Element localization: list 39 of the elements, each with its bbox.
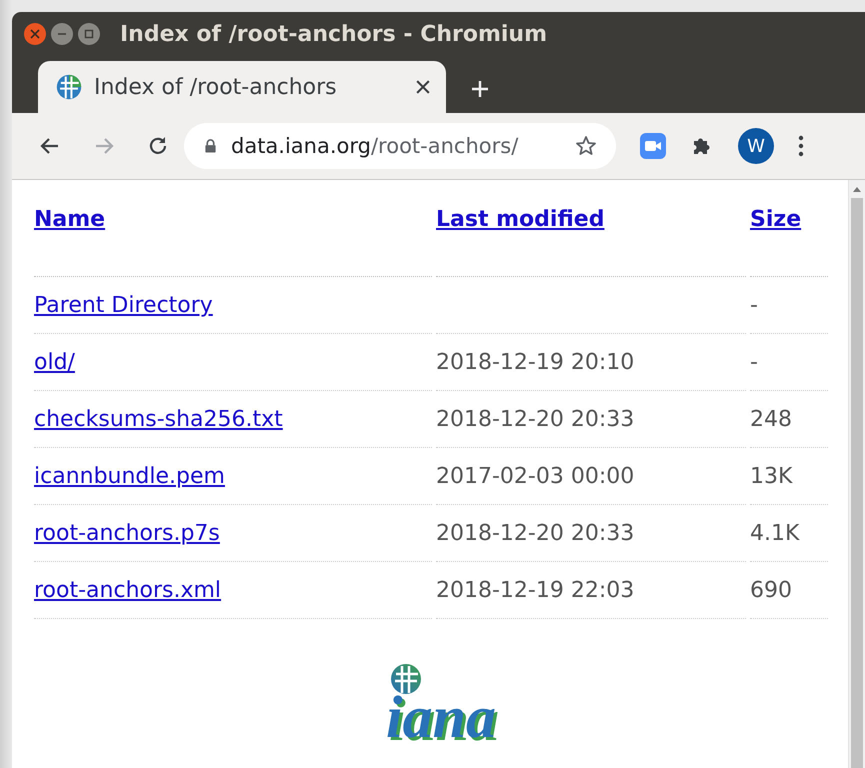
column-header-link[interactable]: Last modified (436, 206, 604, 232)
modified-date: 2018-12-19 22:03 (436, 578, 634, 602)
column-header-link[interactable]: Size (750, 206, 802, 232)
address-bar[interactable]: data.iana.org/root-anchors/ (184, 123, 616, 169)
window-title: Index of /root-anchors - Chromium (120, 22, 548, 46)
file-size: - (750, 350, 758, 374)
modified-date: 2018-12-20 20:33 (436, 520, 634, 546)
close-button[interactable] (24, 23, 46, 45)
close-icon[interactable] (416, 80, 430, 94)
profile-avatar[interactable]: W (738, 128, 774, 164)
file-size: 13K (750, 464, 792, 488)
modified-date: 2017-02-03 00:00 (436, 464, 634, 488)
video-camera-icon[interactable] (640, 133, 666, 159)
modified-date: 2018-12-20 20:33 (436, 406, 634, 432)
url-text: data.iana.org/root-anchors/ (231, 134, 520, 158)
menu-icon[interactable] (798, 135, 804, 157)
file-size: 690 (750, 578, 792, 602)
globe-icon (56, 74, 82, 100)
minimize-button[interactable] (51, 23, 73, 45)
modified-date: 2018-12-19 20:10 (436, 350, 634, 374)
file-size: 4.1K (750, 520, 800, 546)
file-link[interactable]: old/ (34, 350, 75, 374)
maximize-button[interactable] (78, 23, 100, 45)
scroll-up-icon[interactable] (852, 186, 862, 192)
iana-logo[interactable]: iana (386, 663, 496, 747)
file-link[interactable]: checksums-sha256.txt (34, 406, 283, 432)
lock-icon (204, 138, 217, 154)
file-link[interactable]: Parent Directory (34, 292, 213, 318)
file-link[interactable]: icannbundle.pem (34, 464, 225, 488)
file-link[interactable]: root-anchors.p7s (34, 520, 220, 546)
browser-tab[interactable]: Index of /root-anchors (38, 61, 446, 113)
file-link[interactable]: root-anchors.xml (34, 578, 222, 602)
file-size: 248 (750, 406, 792, 432)
tab-title: Index of /root-anchors (94, 74, 338, 100)
scrollbar[interactable] (848, 180, 865, 768)
column-header-link[interactable]: Name (34, 206, 106, 232)
file-size: - (750, 292, 758, 318)
new-tab-icon[interactable] (470, 79, 490, 99)
star-icon[interactable] (574, 134, 598, 158)
